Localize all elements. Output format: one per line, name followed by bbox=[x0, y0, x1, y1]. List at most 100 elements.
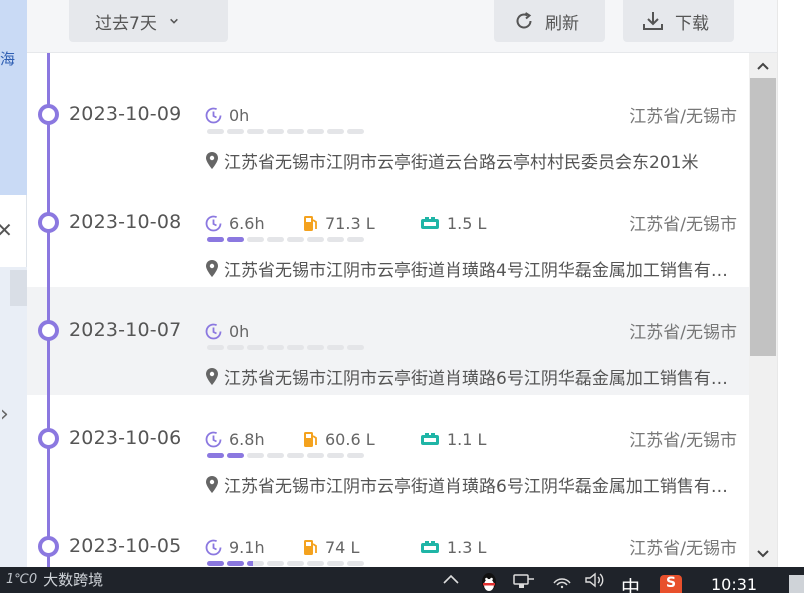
work-hours: 6.8h bbox=[205, 428, 265, 450]
progress-segment bbox=[287, 453, 304, 458]
wifi-icon[interactable] bbox=[552, 571, 572, 593]
work-hours-value: 0h bbox=[229, 105, 250, 125]
engine-icon bbox=[421, 432, 439, 445]
address-text: 江苏省无锡市江阴市云亭街道肖璜路6号江阴华磊金属加工销售有限公司 bbox=[224, 369, 743, 389]
clock-time[interactable]: 10:31 bbox=[711, 575, 757, 593]
progress-segment bbox=[227, 345, 244, 350]
work-hours: 0h bbox=[205, 320, 249, 342]
progress-segment bbox=[327, 345, 344, 350]
progress-segment bbox=[307, 129, 324, 134]
refresh-button[interactable]: 刷新 bbox=[494, 0, 605, 42]
scrollbar[interactable] bbox=[749, 53, 777, 567]
close-icon[interactable]: ✕ bbox=[0, 218, 13, 242]
address-text: 江苏省无锡市江阴市云亭街道肖璜路6号江阴华磊金属加工销售有限公司 bbox=[224, 477, 743, 497]
progress-segment bbox=[207, 561, 224, 566]
record-2023-10-09: 2023-10-09 0h 江苏省/无锡市 江苏省无锡市江阴市云亭街道云台路云亭… bbox=[27, 64, 749, 173]
scrollbar-thumb[interactable] bbox=[750, 78, 776, 356]
work-hours-progress bbox=[207, 453, 367, 458]
progress-segment bbox=[207, 453, 224, 458]
fuel-value: 71.3 L bbox=[325, 213, 375, 233]
progress-segment bbox=[247, 561, 264, 566]
progress-segment bbox=[207, 129, 224, 134]
download-button[interactable]: 下载 bbox=[623, 0, 734, 42]
timeline-dot bbox=[38, 320, 59, 341]
region-label: 江苏省/无锡市 bbox=[629, 107, 737, 127]
fuel-value: 60.6 L bbox=[325, 429, 375, 449]
progress-segment bbox=[267, 129, 284, 134]
progress-segment bbox=[327, 453, 344, 458]
brand-label: 大数跨境 bbox=[43, 571, 104, 589]
record-2023-10-06: 2023-10-06 6.8h 60.6 L 1.1 L 江苏省/无锡市 江苏省… bbox=[27, 388, 749, 497]
progress-segment bbox=[207, 345, 224, 350]
record-2023-10-05: 2023-10-05 9.1h 74 L 1.3 L 江苏省/无锡市 bbox=[27, 496, 749, 567]
fuel-pump-icon bbox=[304, 539, 317, 555]
progress-segment bbox=[267, 561, 284, 566]
fuel-value: 74 L bbox=[325, 537, 360, 557]
qq-penguin-icon[interactable] bbox=[478, 571, 500, 593]
clock-icon bbox=[205, 323, 222, 339]
date-range-dropdown[interactable]: 过去7天 bbox=[69, 0, 228, 42]
chevron-down-icon bbox=[169, 18, 178, 24]
clock-icon bbox=[205, 539, 222, 555]
brand-logo-icon: 1℃0 bbox=[6, 572, 38, 587]
work-hours: 0h bbox=[205, 104, 249, 126]
engine-icon bbox=[421, 216, 439, 229]
usb-device-icon[interactable] bbox=[512, 571, 536, 593]
work-hours-value: 0h bbox=[229, 321, 250, 341]
record-date: 2023-10-09 bbox=[69, 103, 182, 125]
address-text: 江苏省无锡市江阴市云亭街道云台路云亭村村民委员会东201米 bbox=[224, 153, 699, 173]
location-address: 江苏省无锡市江阴市云亭街道肖璜路4号江阴华磊金属加工销售有限公司 bbox=[205, 256, 743, 281]
background-side-tag: 海 bbox=[0, 50, 16, 68]
location-pin-icon bbox=[206, 260, 218, 277]
record-date: 2023-10-05 bbox=[69, 535, 182, 557]
work-hours-progress bbox=[207, 561, 367, 566]
progress-segment bbox=[307, 453, 324, 458]
volume-icon[interactable] bbox=[584, 571, 606, 593]
record-date: 2023-10-06 bbox=[69, 427, 182, 449]
notification-icon[interactable] bbox=[789, 575, 804, 593]
chevron-up-icon[interactable] bbox=[442, 571, 460, 589]
progress-segment bbox=[247, 345, 264, 350]
scroll-down-arrow-icon[interactable] bbox=[749, 543, 777, 565]
progress-segment bbox=[287, 345, 304, 350]
progress-segment bbox=[327, 561, 344, 566]
refresh-label: 刷新 bbox=[545, 13, 579, 34]
progress-segment bbox=[227, 561, 244, 566]
fuel-consumption: 60.6 L bbox=[303, 428, 375, 450]
progress-segment bbox=[247, 453, 264, 458]
taskbar: 1℃0 大数跨境 中 S 10:31 bbox=[0, 567, 804, 593]
background-window-right bbox=[777, 0, 804, 567]
progress-segment bbox=[267, 345, 284, 350]
idle-consumption: 1.5 L bbox=[420, 212, 486, 234]
region-label: 江苏省/无锡市 bbox=[629, 431, 737, 451]
background-window-edge: 海 ✕ › bbox=[0, 0, 27, 567]
work-record-list: 2023-10-09 0h 江苏省/无锡市 江苏省无锡市江阴市云亭街道云台路云亭… bbox=[27, 53, 749, 567]
engine-icon bbox=[421, 540, 439, 553]
idle-value: 1.1 L bbox=[447, 429, 487, 449]
location-address: 江苏省无锡市江阴市云亭街道云台路云亭村村民委员会东201米 bbox=[205, 148, 743, 173]
fuel-pump-icon bbox=[304, 431, 317, 447]
region-label: 江苏省/无锡市 bbox=[629, 539, 737, 559]
idle-consumption: 1.3 L bbox=[420, 536, 486, 558]
work-hours: 9.1h bbox=[205, 536, 265, 558]
progress-segment bbox=[207, 237, 224, 242]
scroll-up-arrow-icon[interactable] bbox=[749, 55, 777, 77]
idle-value: 1.3 L bbox=[447, 537, 487, 557]
location-pin-icon bbox=[206, 152, 218, 169]
work-hours-progress bbox=[207, 237, 367, 242]
location-pin-icon bbox=[206, 476, 218, 493]
progress-segment bbox=[307, 561, 324, 566]
idle-value: 1.5 L bbox=[447, 213, 487, 233]
progress-segment bbox=[307, 237, 324, 242]
taskbar-brand[interactable]: 1℃0 大数跨境 bbox=[6, 569, 103, 590]
record-date: 2023-10-07 bbox=[69, 319, 182, 341]
sogou-ime-icon[interactable]: S bbox=[660, 575, 682, 593]
chevron-right-icon[interactable]: › bbox=[0, 402, 9, 427]
input-language-indicator[interactable]: 中 bbox=[621, 573, 640, 593]
background-block bbox=[10, 270, 27, 306]
location-pin-icon bbox=[206, 368, 218, 385]
background-panel bbox=[0, 0, 27, 195]
record-2023-10-08: 2023-10-08 6.6h 71.3 L 1.5 L 江苏省/无锡市 江苏省… bbox=[27, 172, 749, 281]
fuel-consumption: 71.3 L bbox=[303, 212, 375, 234]
clock-icon bbox=[205, 107, 222, 123]
